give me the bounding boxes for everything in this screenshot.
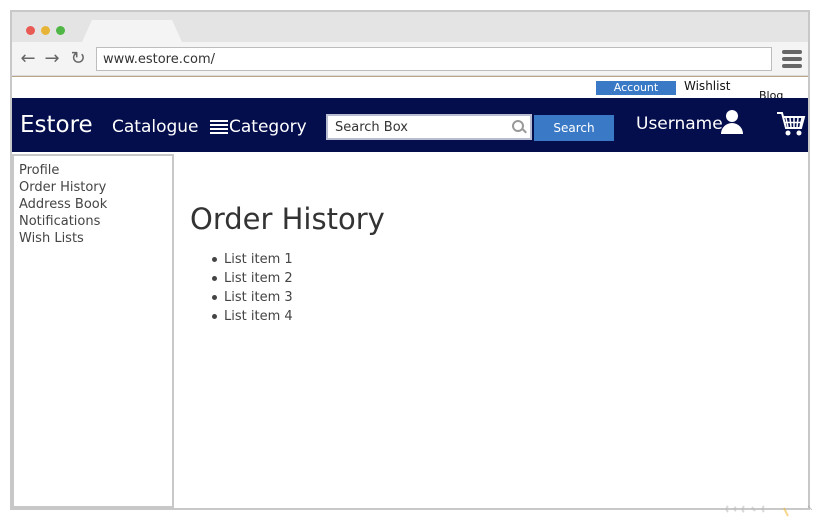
list-item: List item 2 [212, 269, 293, 288]
page-title: Order History [190, 202, 385, 236]
reload-icon[interactable]: ↻ [68, 48, 88, 69]
category-menu[interactable]: Category [210, 117, 307, 137]
list-item: List item 4 [212, 307, 293, 326]
sidebar-item-notifications[interactable]: Notifications [19, 213, 167, 230]
account-button[interactable]: Account [596, 81, 676, 95]
close-window-icon[interactable] [26, 26, 35, 35]
minimize-window-icon[interactable] [41, 26, 50, 35]
hamburger-menu-icon[interactable] [782, 50, 802, 68]
order-list: List item 1 List item 2 List item 3 List… [212, 250, 293, 326]
main-navbar: Estore Catalogue Category Search Box Sea… [12, 98, 808, 152]
search-icon[interactable] [512, 120, 524, 132]
category-label: Category [229, 117, 307, 137]
sidebar-item-order-history[interactable]: Order History [19, 179, 167, 196]
search-placeholder: Search Box [335, 120, 408, 135]
search-input[interactable]: Search Box [326, 114, 532, 140]
browser-titlebar [12, 12, 808, 42]
brand-logo[interactable]: Estore [20, 112, 93, 138]
catalogue-link[interactable]: Catalogue [112, 117, 199, 137]
forward-arrow-icon[interactable]: → [42, 48, 62, 69]
maximize-window-icon[interactable] [56, 26, 65, 35]
browser-window: ← → ↻ www.estore.com/ Account Wishlist B… [10, 10, 810, 510]
list-icon [210, 120, 228, 134]
sidebar-item-wish-lists[interactable]: Wish Lists [19, 230, 167, 247]
utility-bar: Account Wishlist Blog [12, 76, 808, 102]
browser-toolbar: ← → ↻ www.estore.com/ [12, 42, 808, 76]
watermark-logo [725, 505, 813, 517]
sidebar-item-address-book[interactable]: Address Book [19, 196, 167, 213]
sidebar-item-profile[interactable]: Profile [19, 162, 167, 179]
list-item: List item 3 [212, 288, 293, 307]
back-arrow-icon[interactable]: ← [18, 48, 38, 69]
username-link[interactable]: Username [636, 114, 723, 134]
account-sidebar: Profile Order History Address Book Notif… [12, 154, 174, 508]
shopping-cart-icon[interactable] [776, 110, 806, 138]
wishlist-link[interactable]: Wishlist [684, 79, 730, 93]
search-button[interactable]: Search [534, 115, 614, 141]
address-bar[interactable]: www.estore.com/ [96, 47, 772, 71]
list-item: List item 1 [212, 250, 293, 269]
user-icon[interactable] [720, 110, 744, 136]
browser-tab[interactable] [82, 20, 182, 42]
main-content: Order History List item 1 List item 2 Li… [174, 152, 808, 508]
